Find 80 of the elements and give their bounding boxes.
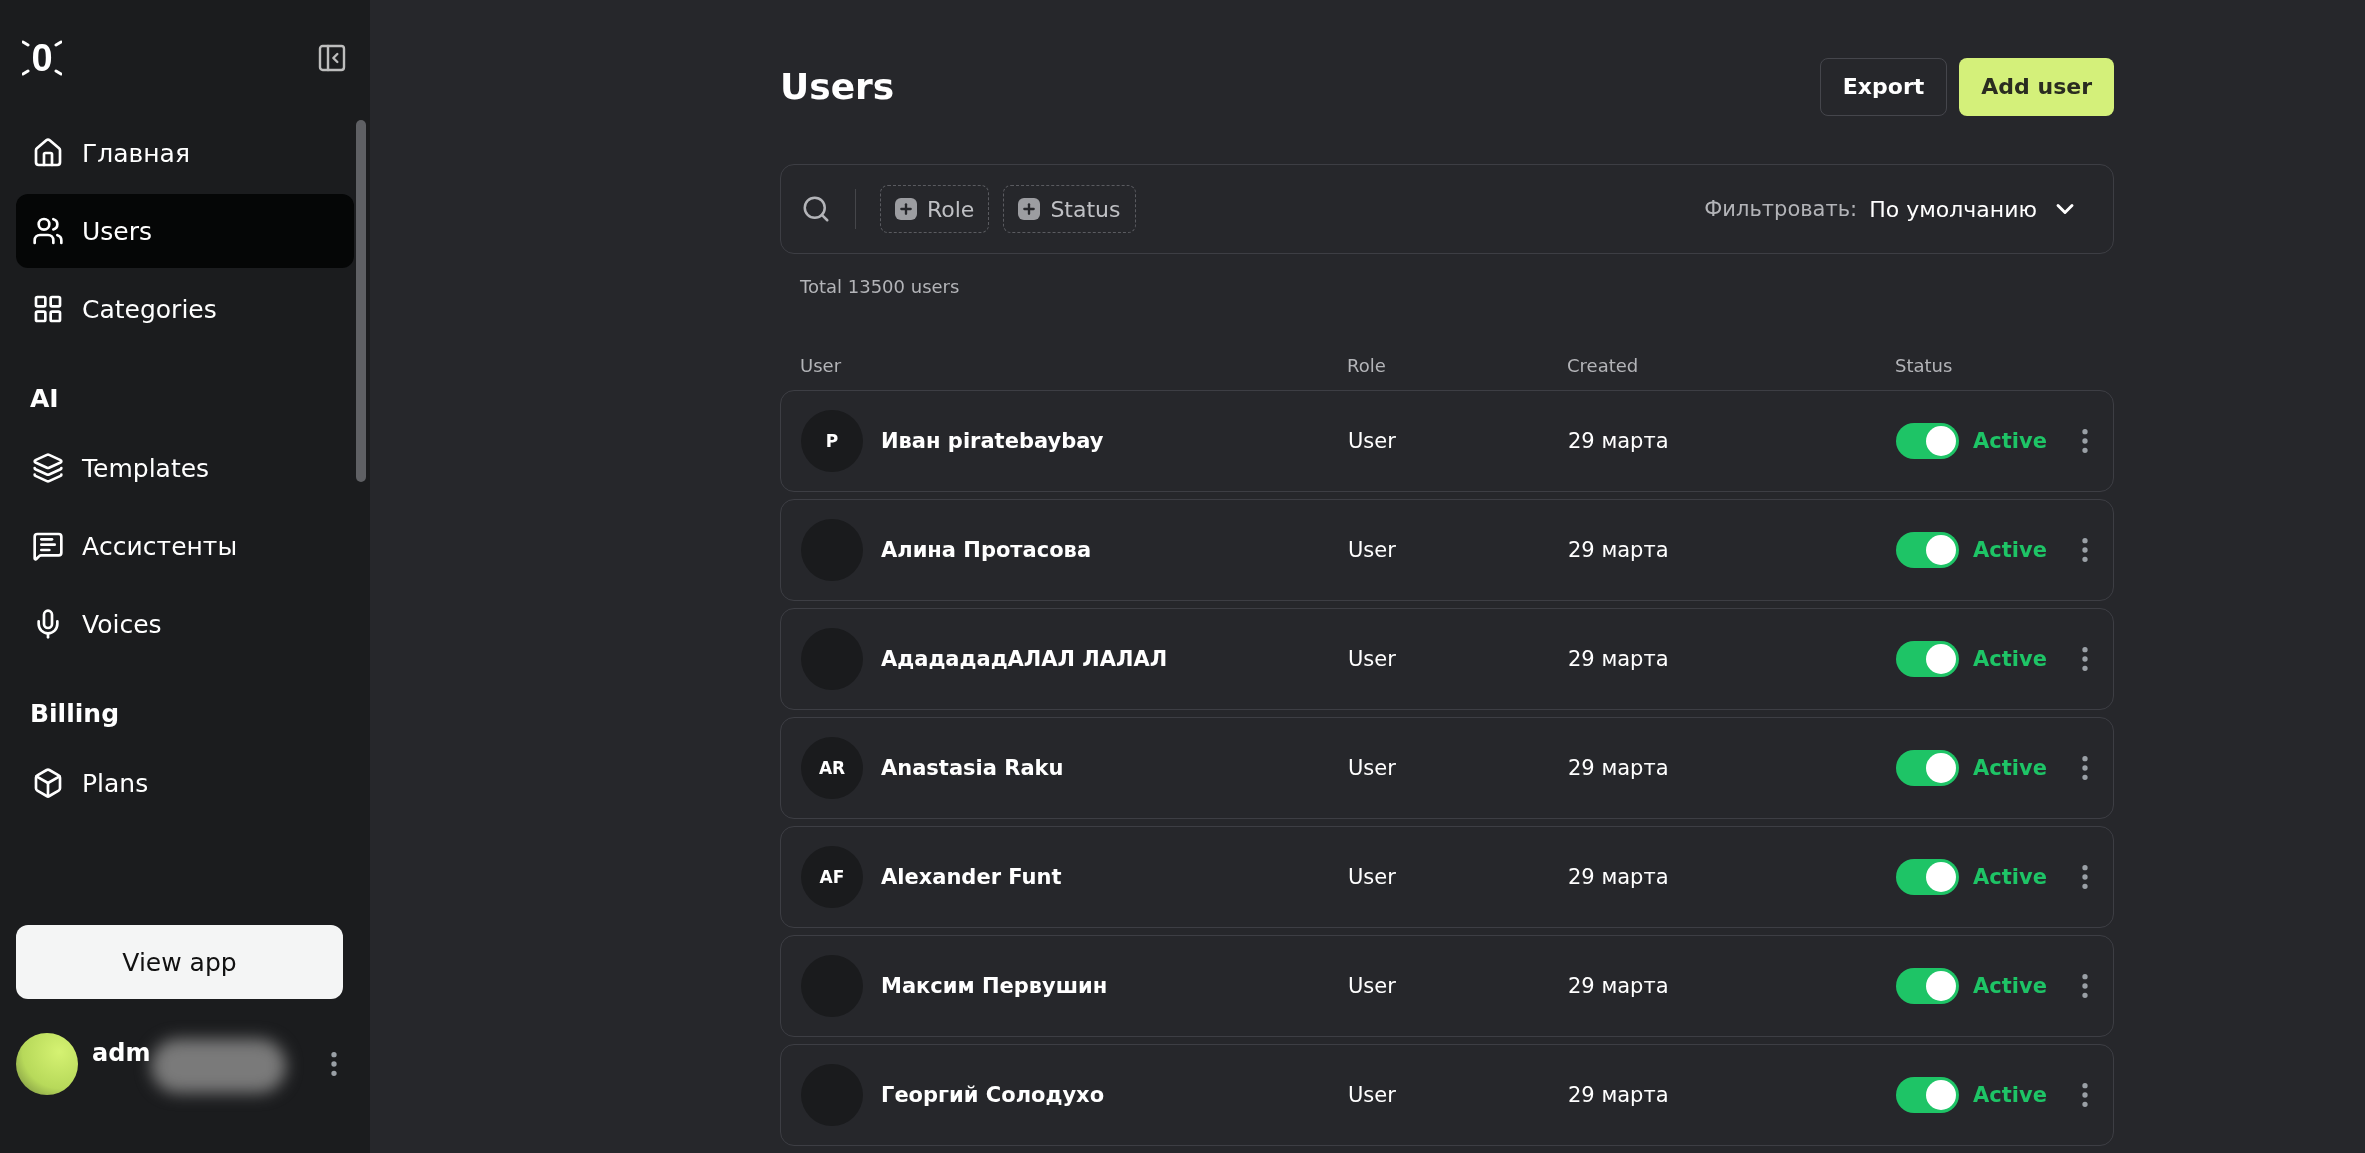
role-cell: User xyxy=(1348,974,1396,998)
status-label: Active xyxy=(1973,756,2047,780)
nav-item[interactable]: Templates xyxy=(16,431,354,505)
user-name: Alexander Funt xyxy=(881,865,1062,889)
nav-item[interactable]: Ассистенты xyxy=(16,509,354,583)
status-toggle[interactable] xyxy=(1896,423,1959,459)
user-name: Иван piratebaybay xyxy=(881,429,1104,453)
nav-item[interactable]: Categories xyxy=(16,272,354,346)
user-row[interactable]: AF Alexander Funt User 29 марта Active xyxy=(780,826,2114,928)
created-cell: 29 марта xyxy=(1568,429,1669,453)
user-name: Георгий Солодухо xyxy=(881,1083,1105,1107)
status-toggle[interactable] xyxy=(1896,859,1959,895)
user-name: Максим Первушин xyxy=(881,974,1108,998)
created-cell: 29 марта xyxy=(1568,647,1669,671)
column-header: Status xyxy=(1895,355,1953,376)
nav-item[interactable]: Users xyxy=(16,194,354,268)
user-row[interactable]: P Иван piratebaybay User 29 марта Active xyxy=(780,390,2114,492)
page-title: Users xyxy=(780,66,895,107)
created-cell: 29 марта xyxy=(1568,756,1669,780)
user-name: Алина Протасова xyxy=(881,538,1092,562)
created-cell: 29 марта xyxy=(1568,974,1669,998)
collapse-sidebar-icon[interactable] xyxy=(316,42,348,74)
role-cell: User xyxy=(1348,538,1396,562)
status-toggle[interactable] xyxy=(1896,532,1959,568)
nav-item[interactable]: Plans xyxy=(16,746,354,820)
status-label: Active xyxy=(1973,1083,2047,1107)
outline-button[interactable]: Export xyxy=(1819,57,1948,116)
nav-item[interactable]: Voices xyxy=(16,587,354,661)
role-cell: User xyxy=(1348,865,1396,889)
status-toggle[interactable] xyxy=(1896,1077,1959,1113)
nav-item[interactable]: Главная xyxy=(16,116,354,190)
column-header: User xyxy=(800,355,842,376)
sort-label: Фильтровать: xyxy=(1704,197,1858,221)
created-cell: 29 марта xyxy=(1568,538,1669,562)
view-app-button[interactable]: View app xyxy=(16,925,343,999)
cube-icon xyxy=(32,767,64,799)
user-row[interactable]: AR Anastasia Raku User 29 марта Active xyxy=(780,717,2114,819)
user-row[interactable]: Максим Первушин User 29 марта Active xyxy=(780,935,2114,1037)
filter-chip[interactable]: Role xyxy=(880,185,990,233)
filter-chip[interactable]: Status xyxy=(1003,185,1136,233)
status-label: Active xyxy=(1973,647,2047,671)
logo: 0 xyxy=(22,36,62,80)
users-icon xyxy=(32,215,64,247)
status-toggle[interactable] xyxy=(1896,750,1959,786)
role-cell: User xyxy=(1348,756,1396,780)
search-icon[interactable] xyxy=(801,194,831,224)
chat-icon xyxy=(32,530,64,562)
status-label: Active xyxy=(1973,865,2047,889)
role-cell: User xyxy=(1348,1083,1396,1107)
role-cell: User xyxy=(1348,647,1396,671)
layers-icon xyxy=(32,452,64,484)
user-row[interactable]: Алина Протасова User 29 марта Active xyxy=(780,499,2114,601)
grid-icon xyxy=(32,293,64,325)
section-title: Billing xyxy=(29,698,121,730)
user-name: АдадададАЛАЛ ЛАЛАЛ xyxy=(881,647,1168,671)
avatar: P xyxy=(801,410,863,472)
status-toggle[interactable] xyxy=(1896,641,1959,677)
section-title: AI xyxy=(29,383,60,415)
plus-icon xyxy=(1018,198,1041,220)
status-toggle[interactable] xyxy=(1896,968,1959,1004)
user-row[interactable]: Георгий Солодухо User 29 марта Active xyxy=(780,1044,2114,1146)
primary-button[interactable]: Add user xyxy=(1959,57,2114,116)
user-row[interactable]: АдадададАЛАЛ ЛАЛАЛ User 29 марта Active xyxy=(780,608,2114,710)
created-cell: 29 марта xyxy=(1568,1083,1669,1107)
status-label: Active xyxy=(1973,974,2047,998)
scrollbar[interactable] xyxy=(356,120,366,482)
account-name: adm xyxy=(92,1039,151,1067)
avatar: AR xyxy=(801,737,863,799)
status-label: Active xyxy=(1973,429,2047,453)
user-name: Anastasia Raku xyxy=(881,756,1064,780)
total-count: Total 13500 users xyxy=(799,275,961,297)
sort-dropdown[interactable]: По умолчанию xyxy=(1869,195,2093,223)
role-cell: User xyxy=(1348,429,1396,453)
plus-icon xyxy=(895,198,917,220)
column-header: Created xyxy=(1567,355,1639,376)
created-cell: 29 марта xyxy=(1568,865,1669,889)
avatar: AF xyxy=(801,846,863,908)
status-label: Active xyxy=(1973,538,2047,562)
column-header: Role xyxy=(1347,355,1386,376)
home-icon xyxy=(32,137,64,169)
